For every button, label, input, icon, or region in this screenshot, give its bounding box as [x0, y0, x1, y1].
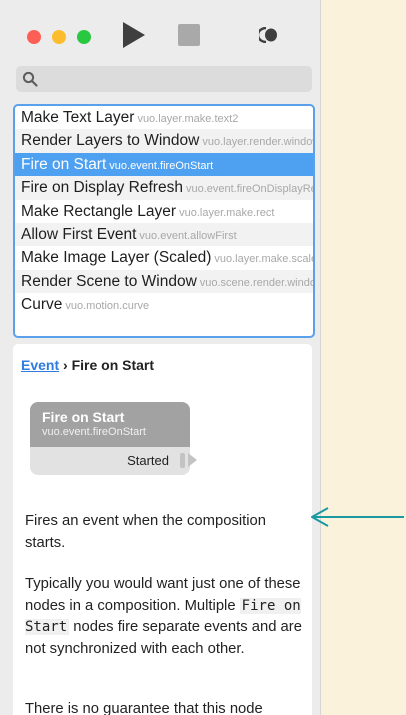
node-list-item[interactable]: Allow First Event vuo.event.allowFirst [15, 222, 313, 247]
node-library-panel: Make Text Layer vuo.layer.make.text2 Rend… [0, 0, 321, 715]
node-list-item[interactable]: Make Image Layer (Scaled) vuo.layer.make.… [15, 246, 313, 269]
node-title: Render Layers to Window [21, 132, 200, 150]
node-list-item[interactable]: Curve vuo.motion.curve [15, 293, 313, 316]
node-list-item[interactable]: Fire on Display Refresh vuo.event.fireOnD… [15, 176, 313, 200]
node-class: vuo.scene.render.window [199, 276, 313, 289]
node-title: Render Scene to Window [21, 272, 197, 290]
documentation-pane: Event › Fire on Start Fire on Start vuo.… [13, 344, 312, 715]
node-class: vuo.layer.make.text2 [137, 113, 239, 125]
search-icon [22, 71, 38, 87]
node-class: vuo.event.allowFirst [139, 229, 237, 242]
description-paragraph: Fires an event when the composition star… [25, 513, 266, 551]
stop-icon[interactable] [178, 24, 200, 46]
node-class: vuo.layer.make.scaled [214, 253, 313, 266]
node-preview-class: vuo.event.fireOnStart [42, 426, 146, 438]
play-icon[interactable] [123, 22, 145, 48]
output-port-label: Started [127, 453, 169, 468]
node-title: Make Rectangle Layer [21, 202, 177, 220]
node-title: Make Image Layer (Scaled) [21, 249, 212, 267]
minimize-window-button[interactable] [52, 30, 66, 44]
node-title: Curve [21, 296, 63, 314]
details-paragraph: Typically you would want just one of the… [25, 574, 307, 660]
node-list-item[interactable]: Render Scene to Window vuo.scene.render.w… [15, 269, 313, 294]
output-port-icon [188, 453, 197, 467]
annotation-arrow-icon [311, 507, 404, 527]
truncated-paragraph: There is no guarantee that this node [25, 701, 263, 715]
node-list-item[interactable]: Make Rectangle Layer vuo.layer.make.rect [15, 200, 313, 223]
breadcrumb-current: Fire on Start [71, 357, 155, 373]
node-class: vuo.layer.make.rect [179, 206, 275, 219]
node-title: Fire on Display Refresh [21, 179, 183, 197]
node-list-item[interactable]: Make Text Layer vuo.layer.make.text2 [15, 106, 313, 129]
breadcrumb-separator: › [59, 357, 72, 373]
node-title: Fire on Start [21, 155, 107, 173]
record-icon[interactable] [259, 27, 279, 43]
node-preview: Fire on Start vuo.event.fireOnStart Star… [30, 402, 197, 475]
node-class: vuo.event.fireOnStart [109, 159, 214, 172]
zoom-window-button[interactable] [77, 30, 91, 44]
node-class: vuo.event.fireOnDisplayRefresh [185, 183, 313, 196]
node-class: vuo.motion.curve [65, 300, 150, 313]
node-title: Allow First Event [21, 225, 137, 243]
node-list-item[interactable]: Render Layers to Window vuo.layer.render.… [15, 129, 313, 153]
close-window-button[interactable] [27, 30, 41, 44]
node-list[interactable]: Make Text Layer vuo.layer.make.text2 Rend… [13, 104, 315, 338]
breadcrumb: Event › Fire on Start [21, 357, 154, 373]
node-preview-title: Fire on Start [42, 409, 125, 425]
toolbar [0, 0, 320, 60]
search-field[interactable] [16, 66, 312, 92]
breadcrumb-link-event[interactable]: Event [21, 357, 59, 373]
node-class: vuo.layer.render.window [202, 136, 313, 149]
port-event-icon [180, 453, 185, 468]
node-title: Make Text Layer [21, 109, 135, 126]
node-list-item-selected[interactable]: Fire on Start vuo.event.fireOnStart [15, 152, 313, 177]
